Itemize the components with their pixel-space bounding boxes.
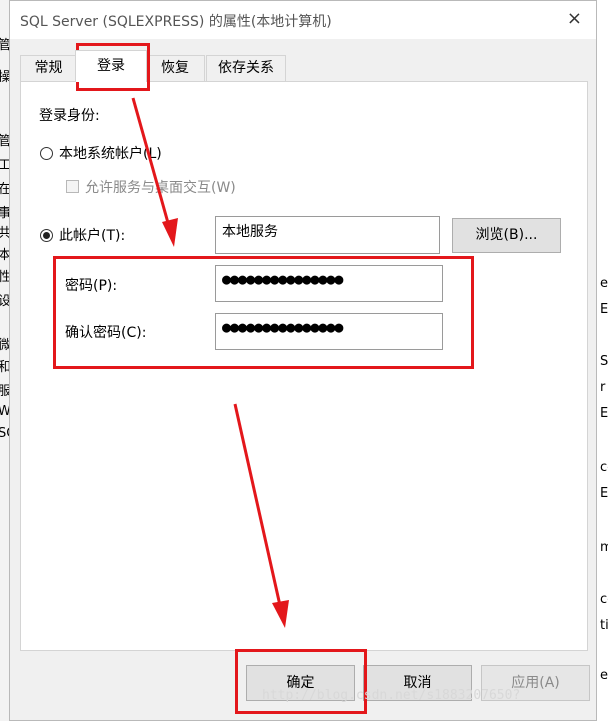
title-bar: SQL Server (SQLEXPRESS) 的属性(本地计算机) × <box>10 1 596 39</box>
bg-text: er <box>600 668 608 683</box>
ok-button[interactable]: 确定 <box>246 665 355 701</box>
bg-text: ES <box>600 302 608 317</box>
tab-dependencies[interactable]: 依存关系 <box>206 55 286 81</box>
bg-text: r <box>600 380 606 395</box>
properties-dialog: SQL Server (SQLEXPRESS) 的属性(本地计算机) × 常规 … <box>9 0 597 721</box>
apply-button[interactable]: 应用(A) <box>481 665 590 701</box>
browse-button[interactable]: 浏览(B)... <box>452 218 561 253</box>
allow-desktop-label: 允许服务与桌面交互(W) <box>85 180 236 196</box>
bg-text: ce <box>600 460 608 475</box>
local-system-label[interactable]: 本地系统帐户(L) <box>59 143 162 163</box>
tab-recovery[interactable]: 恢复 <box>145 55 205 81</box>
bg-text: m <box>600 540 608 555</box>
background-window-right: e ES S r EX ce E m ce ti er <box>596 0 608 721</box>
cancel-button[interactable]: 取消 <box>363 665 472 701</box>
logon-heading: 登录身份: <box>39 108 100 124</box>
this-account-radio[interactable] <box>40 229 53 242</box>
bg-text: E <box>600 486 608 501</box>
bg-text: S <box>600 354 608 369</box>
bg-text: e <box>600 276 608 291</box>
close-icon[interactable]: × <box>567 8 582 29</box>
bg-text: ce <box>600 592 608 607</box>
password-field[interactable]: ●●●●●●●●●●●●●●● <box>215 265 443 302</box>
dialog-title: SQL Server (SQLEXPRESS) 的属性(本地计算机) <box>20 14 332 30</box>
confirm-password-label: 确认密码(C): <box>65 325 147 341</box>
tab-general[interactable]: 常规 <box>20 55 77 81</box>
tab-logon[interactable]: 登录 <box>75 50 147 82</box>
password-label: 密码(P): <box>65 278 118 294</box>
account-name-input[interactable]: 本地服务 <box>215 216 440 254</box>
this-account-label[interactable]: 此帐户(T): <box>59 225 125 245</box>
bg-text: ti <box>600 618 608 633</box>
allow-desktop-checkbox[interactable] <box>66 180 79 193</box>
local-system-radio[interactable] <box>40 147 53 160</box>
logon-panel: 登录身份: 本地系统帐户(L) 允许服务与桌面交互(W) 此帐户(T): 本地服… <box>20 81 588 651</box>
bg-text: EX <box>600 406 608 421</box>
confirm-password-field[interactable]: ●●●●●●●●●●●●●●● <box>215 313 443 350</box>
